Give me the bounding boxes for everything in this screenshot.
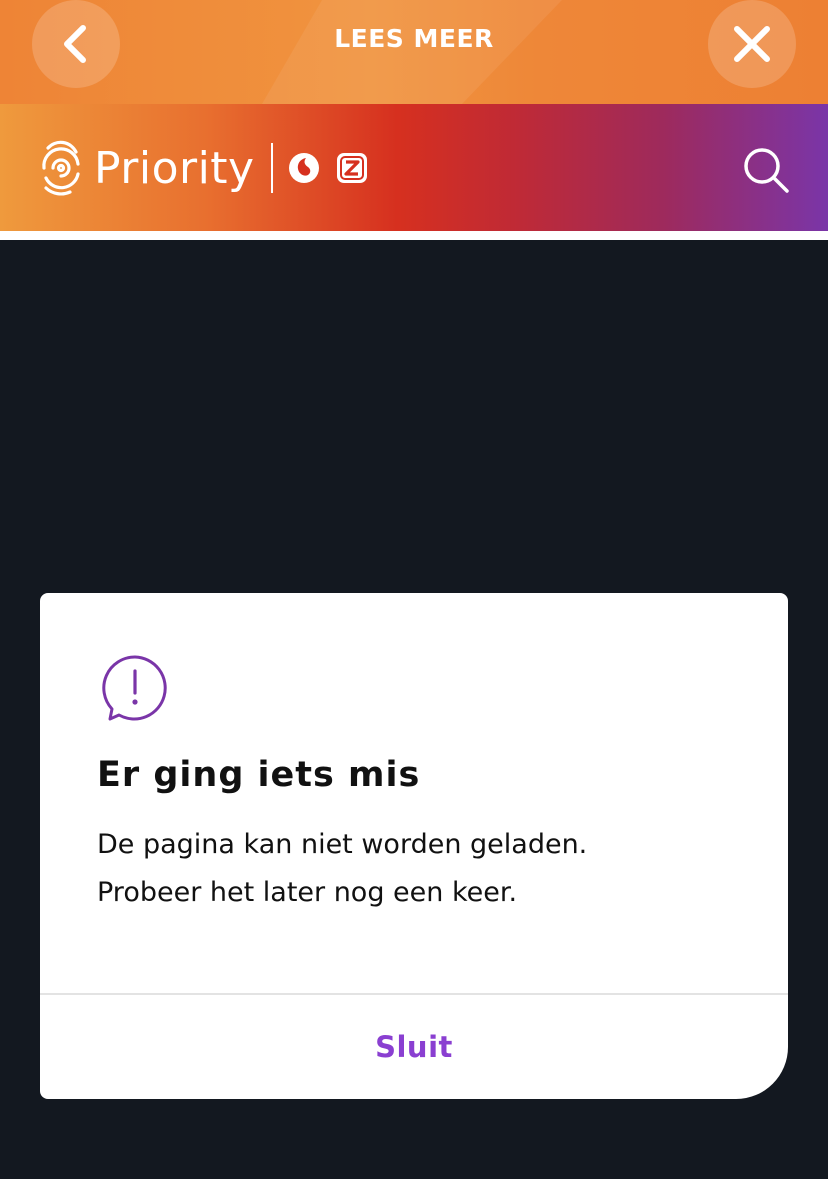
brand-name: Priority [94,142,255,194]
close-button[interactable] [708,0,796,88]
dialog-message: De pagina kan niet worden geladen. Probe… [97,821,757,917]
alert-speech-bubble-icon [102,655,167,721]
brand-logo[interactable]: Priority [40,138,369,198]
top-navigation-bar: LEES MEER [0,0,828,104]
dialog-title: Er ging iets mis [97,755,421,795]
search-button[interactable] [740,144,792,196]
vodafone-icon [288,153,319,183]
brand-divider [270,143,273,193]
page-title: LEES MEER [334,24,494,53]
ziggo-icon [336,153,367,183]
dialog-message-line: Probeer het later nog een keer. [97,877,518,908]
close-dialog-button[interactable]: Sluit [40,995,788,1099]
dialog-message-line: De pagina kan niet worden geladen. [97,829,588,860]
error-dialog: Er ging iets mis De pagina kan niet word… [40,593,788,1099]
fingerprint-icon [42,140,80,196]
search-icon [744,148,789,193]
divider [0,231,828,240]
close-icon [734,26,770,62]
